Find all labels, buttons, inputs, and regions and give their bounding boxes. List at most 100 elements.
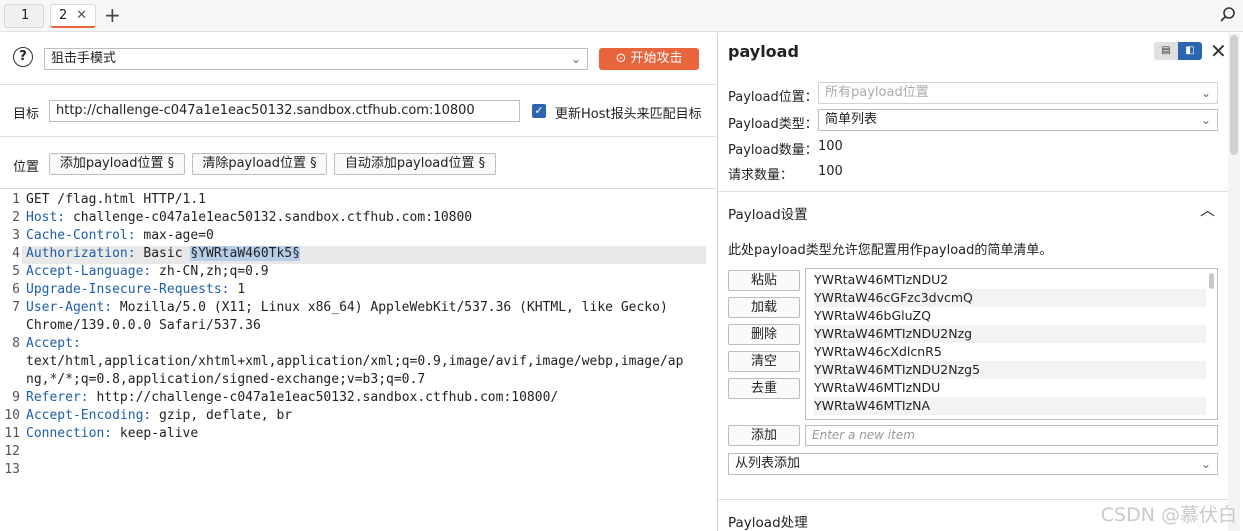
play-icon: ⊙ [615, 51, 627, 66]
deduplicate-button[interactable]: 去重 [728, 378, 800, 399]
paste-button[interactable]: 粘贴 [728, 270, 800, 291]
close-icon[interactable]: ✕ [1210, 39, 1227, 63]
line-number: 1 [12, 192, 20, 207]
header-value: max-age=0 [135, 228, 214, 243]
payload-type-select[interactable]: 简单列表 ⌄ [818, 109, 1218, 131]
close-tab-icon[interactable]: ✕ [76, 5, 87, 27]
line-number: 7 [12, 300, 20, 315]
panel-scrollbar[interactable] [1228, 33, 1240, 531]
target-label: 目标 [13, 107, 40, 122]
auto-add-payload-position-button[interactable]: 自动添加payload位置 § [334, 153, 496, 175]
chevron-down-icon: ⌄ [1200, 113, 1211, 127]
header-name: Referer: [26, 390, 89, 405]
request-count-label: 请求数量： [728, 168, 794, 183]
help-icon[interactable]: ? [13, 47, 33, 67]
list-item[interactable]: YWRtaW46cXdlcnR5 [814, 343, 1206, 361]
payload-marker[interactable]: §YWRtaW460Tk5§ [190, 246, 300, 261]
code-line[interactable]: Referer: http://challenge-c047a1e1eac501… [26, 390, 558, 405]
code-line[interactable]: Connection: keep-alive [26, 426, 198, 441]
list-item[interactable]: YWRtaW46cGFzc3dvcmQ [814, 289, 1206, 307]
header-value: zh-CN,zh;q=0.9 [151, 264, 269, 279]
new-tab-icon[interactable]: + [104, 3, 121, 27]
code-line[interactable]: Authorization: Basic §YWRtaW460Tk5§ [26, 246, 300, 261]
remove-button[interactable]: 删除 [728, 324, 800, 345]
chevron-down-icon: ⌄ [1200, 457, 1211, 471]
payload-type-label: Payload类型： [728, 117, 818, 132]
code-line[interactable]: ng,*/*;q=0.8,application/signed-exchange… [26, 372, 425, 387]
new-item-input[interactable]: Enter a new item [805, 425, 1218, 446]
code-line[interactable]: User-Agent: Mozilla/5.0 (X11; Linux x86_… [26, 300, 668, 315]
layout-split-icon[interactable]: ◧ [1178, 42, 1202, 60]
layout-toggle[interactable]: ▤ ◧ [1154, 42, 1202, 60]
header-name: User-Agent: [26, 300, 113, 315]
header-value: Chrome/139.0.0.0 Safari/537.36 [26, 318, 261, 333]
line-number: 10 [4, 408, 20, 423]
header-value: Basic [135, 246, 191, 261]
header-value: 1 [229, 282, 246, 297]
settings-description: 此处payload类型允许您配置用作payload的简单清单。 [728, 243, 1053, 258]
list-item[interactable]: YWRtaW46MTIzNDU2 [814, 271, 1206, 289]
add-button[interactable]: 添加 [728, 425, 800, 446]
line-number: 12 [4, 444, 20, 459]
code-line[interactable]: Cache-Control: max-age=0 [26, 228, 214, 243]
code-line[interactable]: Accept: [26, 336, 81, 351]
update-host-label: 更新Host报头来匹配目标 [555, 107, 702, 122]
add-from-list-select[interactable]: 从列表添加 ⌄ [728, 453, 1218, 475]
panel-title: payload [728, 42, 799, 61]
payload-count-label: Payload数量： [728, 143, 818, 158]
header-name: Cache-Control: [26, 228, 136, 243]
header-value: ng,*/*;q=0.8,application/signed-exchange… [26, 372, 426, 387]
header-value: http://challenge-c047a1e1eac50132.sandbo… [88, 390, 559, 405]
list-item[interactable]: YWRtaW46MTIzNA [814, 397, 1206, 415]
request-count-value: 100 [818, 164, 843, 179]
attack-mode-select[interactable]: 狙击手模式 ⌄ [44, 48, 588, 70]
code-line[interactable]: Accept-Encoding: gzip, deflate, br [26, 408, 292, 423]
line-number: 9 [12, 390, 20, 405]
layout-list-icon[interactable]: ▤ [1154, 42, 1178, 60]
search-icon[interactable] [1219, 6, 1237, 24]
header-value: Mozilla/5.0 (X11; Linux x86_64) AppleWeb… [112, 300, 668, 315]
tab-2[interactable]: 2 ✕ [50, 4, 96, 28]
payload-list[interactable]: YWRtaW46MTIzNDU2 YWRtaW46cGFzc3dvcmQ YWR… [805, 268, 1218, 420]
code-line[interactable]: Upgrade-Insecure-Requests: 1 [26, 282, 245, 297]
tab-1[interactable]: 1 [4, 4, 44, 28]
line-number: 8 [12, 336, 20, 351]
code-line[interactable]: GET /flag.html HTTP/1.1 [26, 192, 206, 207]
list-item[interactable]: YWRtaW46MTIzNDU [814, 379, 1206, 397]
header-name: Accept: [26, 336, 81, 351]
positions-label: 位置 [13, 160, 40, 175]
header-name: Authorization: [26, 246, 136, 261]
tab-bar: 1 2 ✕ + [0, 0, 1243, 32]
code-line[interactable]: Chrome/139.0.0.0 Safari/537.36 [26, 318, 261, 333]
line-number: 3 [12, 228, 20, 243]
header-value: keep-alive [112, 426, 199, 441]
collapse-icon[interactable]: ︿ [1200, 199, 1215, 220]
target-input[interactable]: http://challenge-c047a1e1eac50132.sandbo… [49, 100, 520, 122]
panel-scrollbar-thumb[interactable] [1230, 35, 1238, 155]
clear-payload-position-button[interactable]: 清除payload位置 § [192, 153, 327, 175]
clear-button[interactable]: 清空 [728, 351, 800, 372]
list-item[interactable]: YWRtaW46MTIzNDU2Nzg5 [814, 361, 1206, 379]
code-line[interactable]: text/html,application/xhtml+xml,applicat… [26, 354, 683, 369]
list-item[interactable]: YWRtaW46MTIzNDU2Nzg [814, 325, 1206, 343]
list-scrollbar[interactable] [1209, 273, 1214, 289]
header-name: Accept-Language: [26, 264, 152, 279]
code-line[interactable]: Accept-Language: zh-CN,zh;q=0.9 [26, 264, 269, 279]
payload-processing-title: Payload处理 [728, 515, 808, 531]
update-host-checkbox[interactable]: ✓ [532, 104, 546, 118]
line-number: 6 [12, 282, 20, 297]
request-editor[interactable]: 1 GET /flag.html HTTP/1.1 2 Host: challenge… [0, 190, 716, 531]
header-value: GET /flag.html HTTP/1.1 [26, 192, 207, 207]
load-button[interactable]: 加载 [728, 297, 800, 318]
payload-position-select[interactable]: 所有payload位置 ⌄ [818, 82, 1218, 104]
header-name: Upgrade-Insecure-Requests: [26, 282, 230, 297]
add-payload-position-button[interactable]: 添加payload位置 § [49, 153, 185, 175]
code-line[interactable]: Host: challenge-c047a1e1eac50132.sandbox… [26, 210, 472, 225]
header-value: gzip, deflate, br [151, 408, 293, 423]
chevron-down-icon: ⌄ [1200, 86, 1211, 100]
payload-position-label: Payload位置： [728, 90, 818, 105]
list-item[interactable]: YWRtaW46bGluZQ [814, 307, 1206, 325]
line-number: 5 [12, 264, 20, 279]
start-attack-button[interactable]: ⊙ 开始攻击 [599, 48, 699, 70]
header-value: challenge-c047a1e1eac50132.sandbox.ctfhu… [65, 210, 473, 225]
